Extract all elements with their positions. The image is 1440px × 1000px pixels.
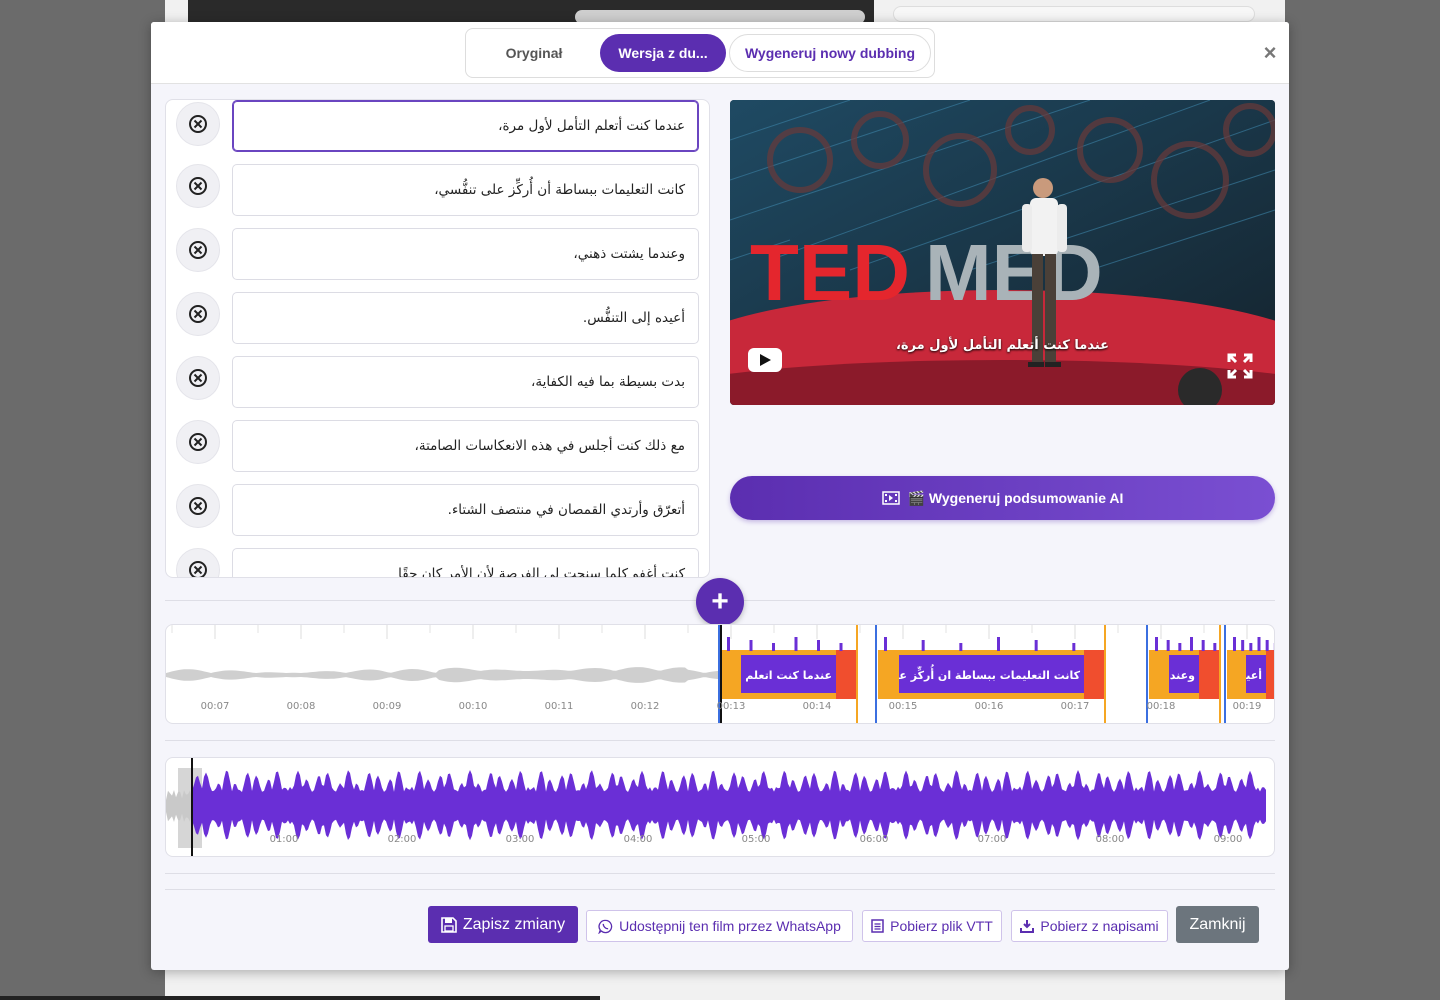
segment-row: كانت التعليمات ببساطة أن أُركِّز على تنف…: [166, 164, 709, 218]
video-player[interactable]: TED MED عندما كنت أتعلم التأمل لأول مرة،: [730, 100, 1275, 405]
tab-dubbed-label: Wersja z du...: [618, 45, 708, 61]
segment-row: أعيده إلى التنفُّس.: [166, 292, 709, 346]
segment-row: أتعرّق وأرتدي القمصان في منتصف الشتاء.: [166, 484, 709, 538]
delete-segment-button[interactable]: [176, 548, 220, 577]
divider: [165, 740, 1275, 741]
close-circle-icon: [189, 241, 207, 259]
segment-text-field[interactable]: أتعرّق وأرتدي القمصان في منتصف الشتاء.: [232, 484, 699, 536]
segment-text-field[interactable]: وعندما يشتت ذهني،: [232, 228, 699, 280]
overview-tick-label: 08:00: [1096, 834, 1125, 845]
ai-summary-label: 🎬 Wygeneruj podsumowanie AI: [907, 489, 1124, 506]
video-frame: TED MED: [730, 100, 1275, 405]
timeline-tick-label: 00:14: [803, 701, 832, 712]
overview-tick-label: 02:00: [388, 834, 417, 845]
timeline-tick-label: 00:10: [459, 701, 488, 712]
segment-row: مع ذلك كنت أجلس في هذه الانعكاسات الصامت…: [166, 420, 709, 474]
segment-text-field[interactable]: أعيده إلى التنفُّس.: [232, 292, 699, 344]
segment-text-field[interactable]: كانت التعليمات ببساطة أن أُركِّز على تنف…: [232, 164, 699, 216]
delete-segment-button[interactable]: [176, 484, 220, 528]
close-circle-icon: [189, 305, 207, 323]
overview-tick-label: 06:00: [860, 834, 889, 845]
stage-logo-gray: MED: [925, 228, 1103, 317]
close-circle-icon: [189, 497, 207, 515]
delete-segment-button[interactable]: [176, 102, 220, 146]
segment-row: عندما كنت أتعلم التأمل لأول مرة،: [166, 100, 709, 154]
version-tabs: Oryginał Wersja z du... Wygeneruj nowy d…: [465, 28, 935, 78]
timeline-canvas: عندما كنت اتعلم التامل لأول مرة، كانت الت…: [166, 625, 1274, 723]
modal-header: Oryginał Wersja z du... Wygeneruj nowy d…: [151, 22, 1289, 84]
add-segment-button[interactable]: +: [696, 578, 744, 626]
overview-tick-label: 09:00: [1214, 834, 1243, 845]
save-button[interactable]: Zapisz zmiany: [428, 906, 578, 943]
generate-ai-summary-button[interactable]: 🎬 Wygeneruj podsumowanie AI: [730, 476, 1275, 520]
close-button[interactable]: Zamknij: [1176, 906, 1259, 943]
divider: [165, 873, 1275, 874]
timeline-tick-label: 00:11: [545, 701, 574, 712]
close-circle-icon: [189, 177, 207, 195]
close-circle-icon: [189, 115, 207, 133]
segment-text-field[interactable]: عندما كنت أتعلم التأمل لأول مرة،: [232, 100, 699, 152]
timeline-tick-label: 00:15: [889, 701, 918, 712]
tab-generate-dubbing[interactable]: Wygeneruj nowy dubbing: [729, 34, 931, 72]
delete-segment-button[interactable]: [176, 420, 220, 464]
download-icon: [1020, 920, 1035, 933]
whatsapp-icon: [598, 919, 613, 934]
segment-text-field[interactable]: مع ذلك كنت أجلس في هذه الانعكاسات الصامت…: [232, 420, 699, 472]
timeline-tick-label: 00:12: [631, 701, 660, 712]
film-icon: [881, 491, 900, 505]
tab-original[interactable]: Oryginał: [474, 34, 594, 72]
delete-segment-button[interactable]: [176, 164, 220, 208]
play-icon: [760, 354, 771, 366]
share-whatsapp-button[interactable]: Udostępnij ten film przez WhatsApp: [586, 910, 853, 942]
segment-row: بدت بسيطة بما فيه الكفاية،: [166, 356, 709, 410]
delete-segment-button[interactable]: [176, 228, 220, 272]
modal-footer: Zapisz zmiany Udostępnij ten film przez …: [151, 906, 1289, 946]
segment-text-field[interactable]: كنت أغفو كلما سنحت لي الفرصة لأن الأمر ك…: [232, 548, 699, 577]
audio-overview[interactable]: 01:00 02:00 03:00 04:00 05:00 06:00 07:00 08:00…: [165, 757, 1275, 857]
overview-tick-label: 05:00: [742, 834, 771, 845]
close-icon[interactable]: ×: [1259, 42, 1281, 64]
timeline-tick-label: 00:19: [1233, 701, 1262, 712]
delete-segment-button[interactable]: [176, 292, 220, 336]
overview-tick-label: 04:00: [624, 834, 653, 845]
close-circle-icon: [189, 561, 207, 577]
timeline-tick-label: 00:17: [1061, 701, 1090, 712]
segment-text-field[interactable]: بدت بسيطة بما فيه الكفاية،: [232, 356, 699, 408]
overview-tick-label: 03:00: [506, 834, 535, 845]
delete-segment-button[interactable]: [176, 356, 220, 400]
overview-tick-label: 01:00: [270, 834, 299, 845]
save-label: Zapisz zmiany: [462, 915, 566, 933]
timeline-tick-label: 00:07: [201, 701, 230, 712]
download-vtt-button[interactable]: Pobierz plik VTT: [862, 910, 1002, 942]
tab-dubbed-version[interactable]: Wersja z du...: [600, 34, 726, 72]
whatsapp-label: Udostępnij ten film przez WhatsApp: [619, 918, 841, 934]
video-subtitle: عندما كنت أتعلم التأمل لأول مرة،: [895, 338, 1110, 353]
dubbing-modal: Oryginał Wersja z du... Wygeneruj nowy d…: [151, 22, 1289, 970]
background-bar: [0, 996, 600, 1000]
stage-logo-red: TED: [750, 228, 910, 317]
vtt-label: Pobierz plik VTT: [890, 918, 993, 934]
timeline-tick-label: 00:09: [373, 701, 402, 712]
segment-row: وعندما يشتت ذهني،: [166, 228, 709, 282]
fullscreen-icon[interactable]: [1226, 352, 1254, 380]
segment-list[interactable]: عندما كنت أتعلم التأمل لأول مرة، كانت ال…: [165, 99, 710, 578]
timeline-tick-label: 00:13: [717, 701, 746, 712]
close-circle-icon: [189, 369, 207, 387]
divider: [165, 889, 1275, 890]
subtitles-download-label: Pobierz z napisami: [1040, 918, 1159, 934]
play-button[interactable]: [748, 348, 782, 372]
download-with-subtitles-button[interactable]: Pobierz z napisami: [1011, 910, 1168, 942]
floppy-disk-icon: [441, 916, 457, 933]
segment-row: كنت أغفو كلما سنحت لي الفرصة لأن الأمر ك…: [166, 548, 709, 577]
overview-tick-label: 07:00: [978, 834, 1007, 845]
overview-canvas: 01:00 02:00 03:00 04:00 05:00 06:00 07:00 08:00…: [166, 758, 1266, 856]
timeline-tick-label: 00:18: [1147, 701, 1176, 712]
background-panel: [893, 6, 1255, 22]
file-text-icon: [871, 919, 884, 933]
timeline-tick-label: 00:08: [287, 701, 316, 712]
close-circle-icon: [189, 433, 207, 451]
segment-timeline[interactable]: عندما كنت اتعلم التامل لأول مرة، كانت الت…: [165, 624, 1275, 724]
timeline-tick-label: 00:16: [975, 701, 1004, 712]
